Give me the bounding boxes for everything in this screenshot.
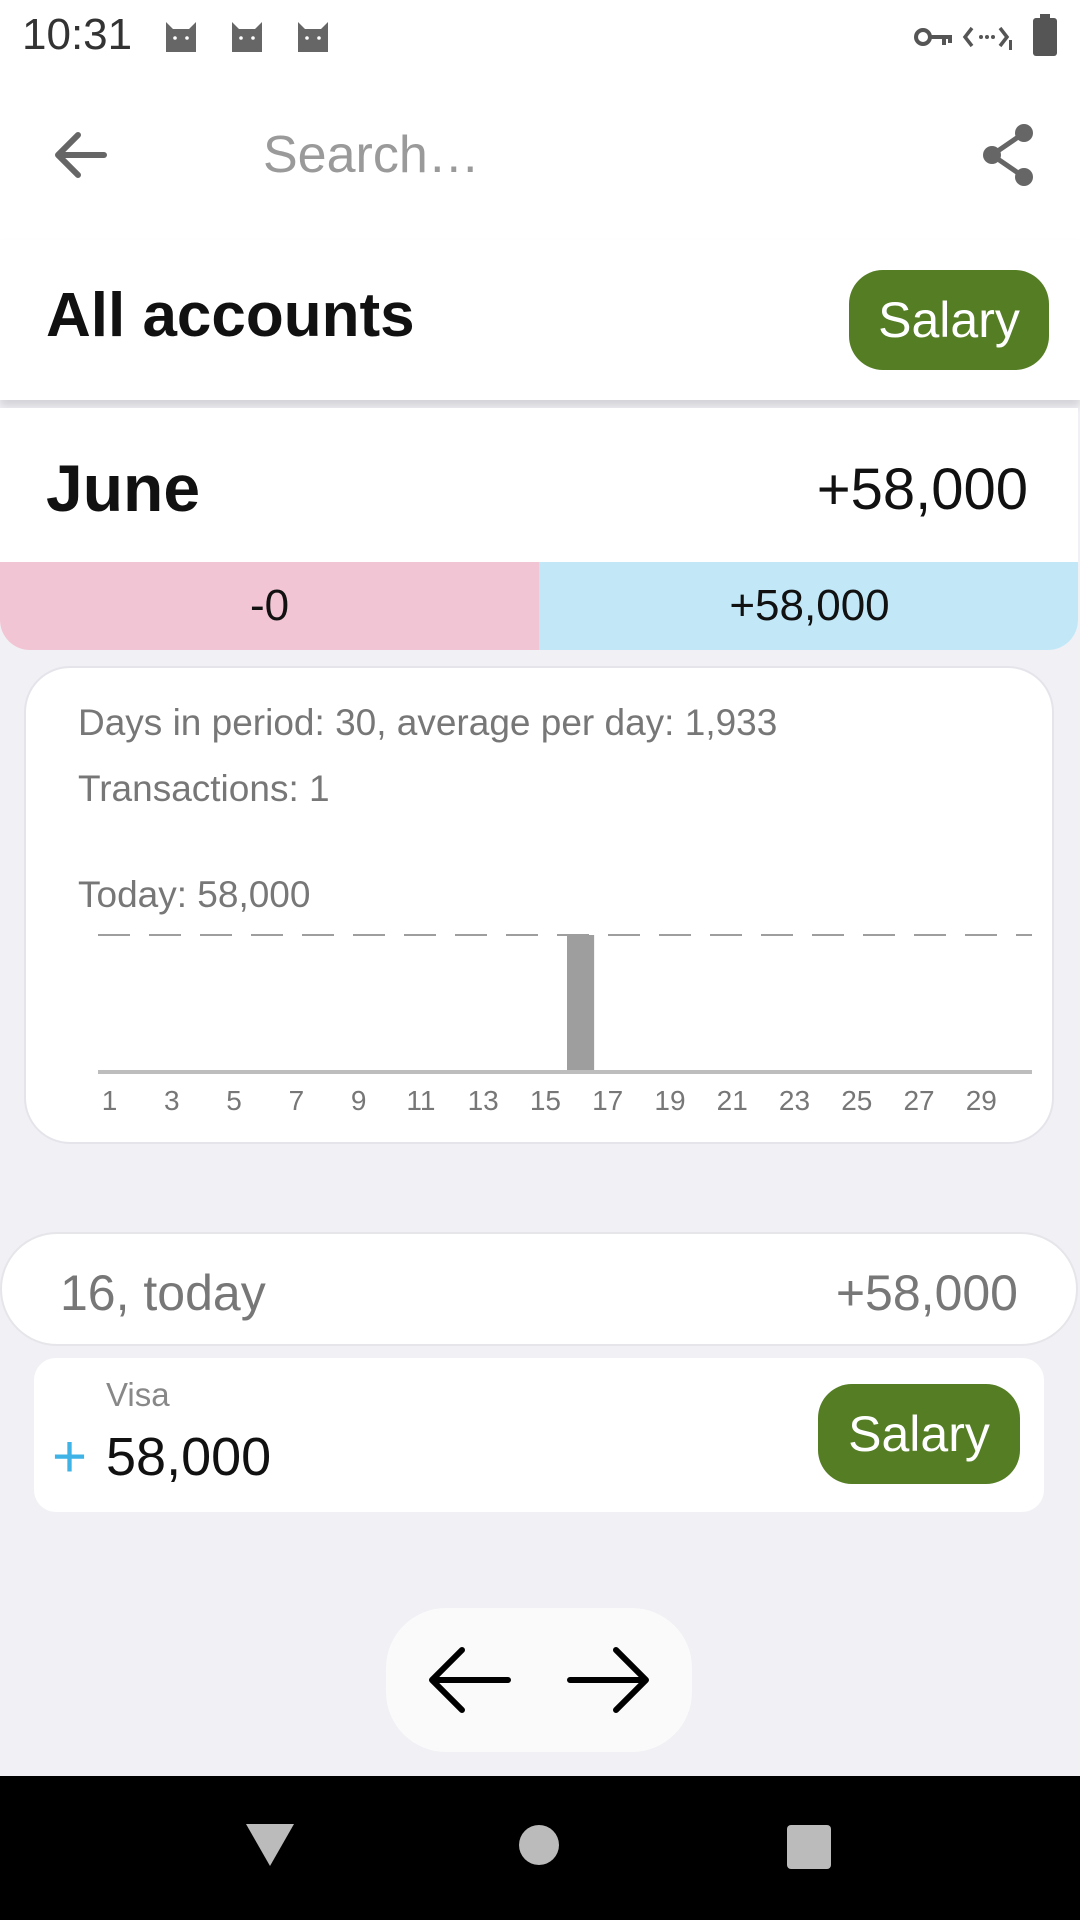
x-tick-label: 25 <box>841 1085 872 1112</box>
day-group-header[interactable]: 16, today +58,000 <box>0 1232 1078 1346</box>
system-navigation-bar <box>0 1776 1080 1920</box>
x-tick-label: 9 <box>351 1085 367 1112</box>
x-tick-label: 15 <box>530 1085 561 1112</box>
x-tick-label: 21 <box>717 1085 748 1112</box>
x-tick-label: 11 <box>406 1085 435 1112</box>
days-in-period-text: Days in period: 30, average per day: 1,9… <box>78 702 778 743</box>
x-tick-label: 3 <box>164 1085 180 1112</box>
status-bar: 10:31 <box>0 0 1080 75</box>
expenses-total[interactable]: -0 <box>0 562 539 650</box>
cat-icon <box>298 22 328 52</box>
battery-icon <box>1033 14 1057 56</box>
month-name: June <box>46 451 201 525</box>
period-pager <box>386 1608 692 1752</box>
transaction-amount: 58,000 <box>106 1427 272 1487</box>
x-tick-label: 19 <box>654 1085 685 1112</box>
transactions-count-text: Transactions: 1 <box>78 768 330 809</box>
period-stats-card: Days in period: 30, average per day: 1,9… <box>24 666 1054 1144</box>
today-total-text: Today: 58,000 <box>78 874 311 915</box>
arrow-left-icon[interactable] <box>426 1646 512 1714</box>
transaction-account: Visa <box>106 1376 170 1413</box>
category-chip-salary[interactable]: Salary <box>849 270 1049 370</box>
toolbar: Search… <box>0 75 1080 240</box>
back-arrow-icon[interactable] <box>52 127 108 183</box>
transaction-category-chip[interactable]: Salary <box>818 1384 1020 1484</box>
share-icon[interactable] <box>978 123 1038 187</box>
x-tick-label: 27 <box>903 1085 934 1112</box>
arrow-right-icon[interactable] <box>566 1646 652 1714</box>
x-tick-label: 13 <box>468 1085 499 1112</box>
home-circle-icon[interactable] <box>518 1824 560 1866</box>
bar-day-16 <box>567 935 595 1072</box>
vpn-key-icon <box>914 28 952 46</box>
page-title[interactable]: All accounts <box>46 280 415 351</box>
transaction-row[interactable]: Visa + 58,000 Salary <box>34 1358 1044 1512</box>
cat-icon <box>232 22 262 52</box>
back-triangle-icon[interactable] <box>244 1822 296 1868</box>
income-sign: + <box>52 1423 88 1490</box>
search-input[interactable]: Search… <box>263 125 480 185</box>
cat-icon <box>166 22 196 52</box>
data-sync-icon <box>962 26 1012 50</box>
x-tick-label: 7 <box>289 1085 305 1112</box>
x-tick-label: 29 <box>966 1085 997 1112</box>
x-tick-label: 17 <box>592 1085 623 1112</box>
month-total: +58,000 <box>816 457 1028 522</box>
day-total: +58,000 <box>835 1265 1018 1321</box>
accounts-header: All accounts Salary <box>0 240 1080 400</box>
x-tick-label: 5 <box>226 1085 242 1112</box>
month-summary-card[interactable]: June +58,000 -0 +58,000 <box>0 408 1078 650</box>
day-label: 16, today <box>60 1265 266 1321</box>
status-time: 10:31 <box>22 10 133 59</box>
x-tick-label: 1 <box>102 1085 118 1112</box>
recents-square-icon[interactable] <box>786 1824 832 1870</box>
income-total[interactable]: +58,000 <box>539 562 1078 650</box>
daily-bar-chart: 1 3 5 7 9 11 13 15 17 19 21 23 25 27 29 <box>98 934 1032 1112</box>
x-tick-label: 23 <box>779 1085 810 1112</box>
